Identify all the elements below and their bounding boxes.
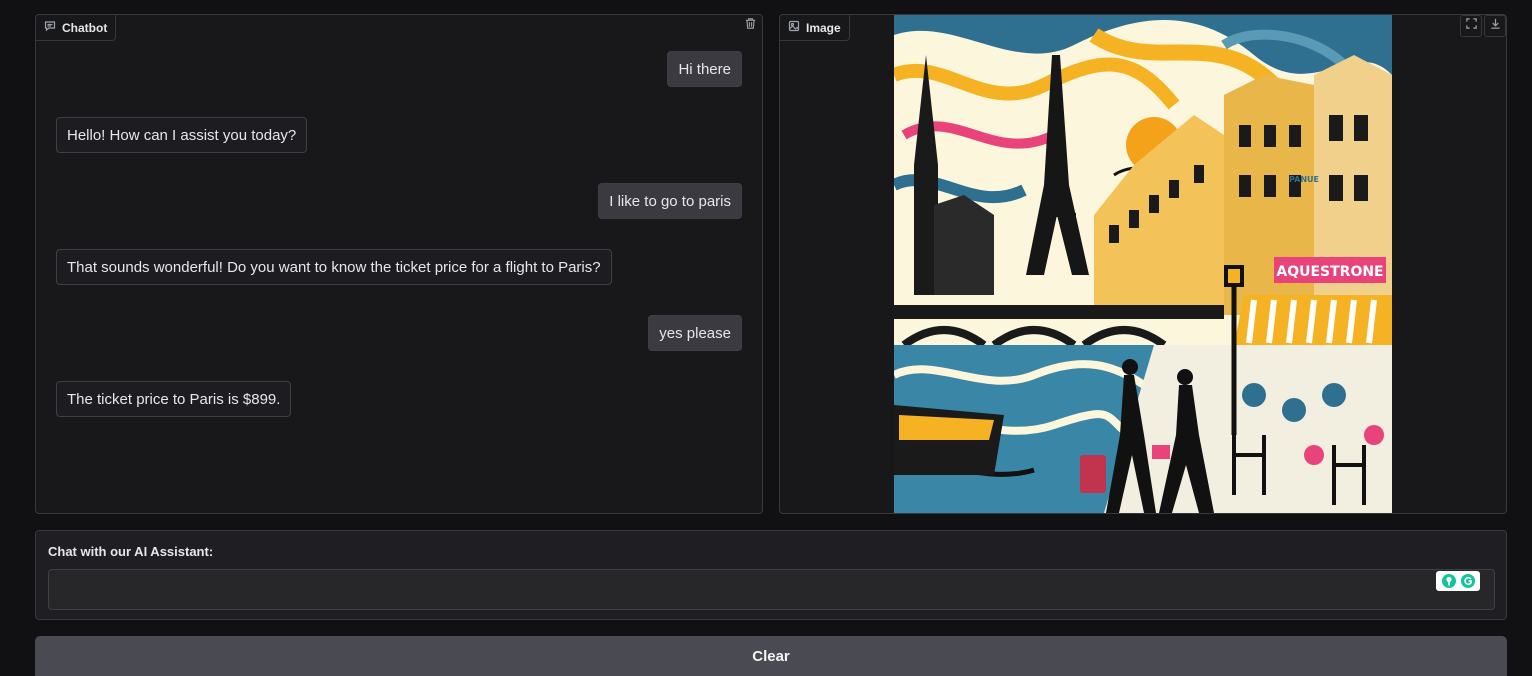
fullscreen-button[interactable] [1460, 15, 1482, 37]
clear-button[interactable]: Clear [35, 636, 1507, 676]
bot-message: That sounds wonderful! Do you want to kn… [56, 249, 612, 285]
message-text: yes please [659, 324, 731, 342]
message-text: Hello! How can I assist you today? [67, 126, 297, 144]
message-text: That sounds wonderful! Do you want to kn… [67, 258, 601, 276]
bot-message: The ticket price to Paris is $899. [56, 381, 292, 417]
message-text: Hi there [678, 60, 731, 78]
grammarly-icon[interactable] [1436, 571, 1480, 591]
chatbot-label: Chatbot [36, 15, 117, 41]
clear-chat-button[interactable] [739, 15, 761, 37]
chat-icon [44, 20, 56, 35]
chat-input[interactable] [48, 569, 1495, 610]
chat-input-block: Chat with our AI Assistant: [35, 530, 1507, 620]
image-label-text: Image [806, 20, 841, 35]
fullscreen-icon [1465, 17, 1478, 35]
chatbot-label-text: Chatbot [62, 20, 108, 35]
message-text: The ticket price to Paris is $899. [67, 390, 281, 408]
user-message: Hi there [667, 51, 742, 87]
paris-illustration: AQUESTRONE PANUE [894, 15, 1392, 513]
message-text: I like to go to paris [609, 192, 731, 210]
user-message: yes please [648, 315, 742, 351]
bot-message: Hello! How can I assist you today? [56, 117, 308, 153]
svg-text:PANUE: PANUE [1289, 175, 1319, 184]
chatbot-panel: Chatbot Hi there Hello! How can I assist… [35, 14, 763, 514]
user-message: I like to go to paris [598, 183, 742, 219]
svg-text:AQUESTRONE: AQUESTRONE [1276, 264, 1383, 280]
chat-input-label: Chat with our AI Assistant: [48, 544, 214, 559]
trash-icon [744, 17, 757, 35]
download-button[interactable] [1484, 15, 1506, 37]
image-panel: AQUESTRONE PANUE Image [779, 14, 1507, 514]
image-icon [788, 20, 800, 35]
image-label: Image [780, 15, 850, 41]
download-icon [1489, 17, 1502, 35]
